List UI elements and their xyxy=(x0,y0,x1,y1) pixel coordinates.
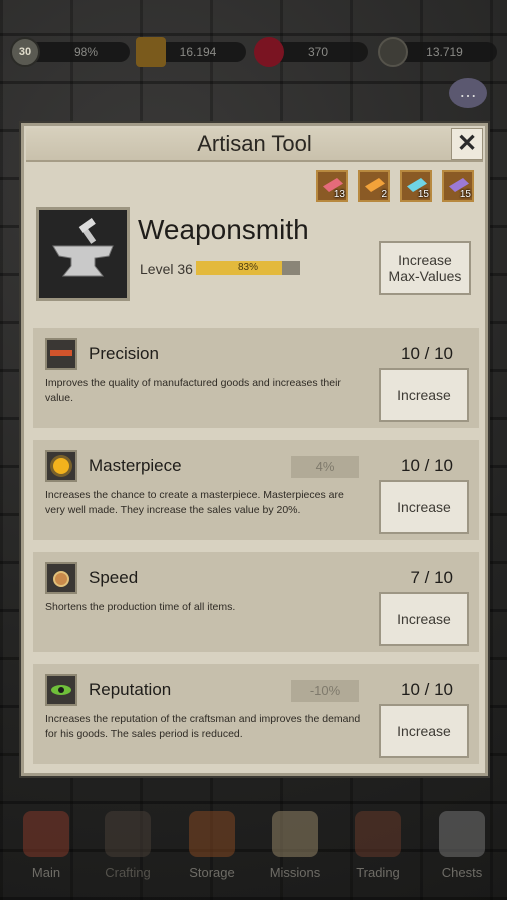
reputation-widget[interactable]: 13.719 xyxy=(378,37,497,67)
nav-chests[interactable]: Chests xyxy=(422,811,502,880)
material-purple[interactable]: 15 xyxy=(442,170,474,202)
increase-reputation-button[interactable]: Increase xyxy=(379,704,469,758)
nav-missions[interactable]: Missions xyxy=(255,811,335,880)
nav-trading[interactable]: Trading xyxy=(338,811,418,880)
level-progress-bar: 83% xyxy=(196,261,300,275)
nav-storage[interactable]: Storage xyxy=(172,811,252,880)
material-orange[interactable]: 2 xyxy=(358,170,390,202)
sun-icon xyxy=(45,450,77,482)
house-icon xyxy=(23,811,69,857)
level-progress-text: 83% xyxy=(237,262,258,273)
skill-reputation: Reputation -10% 10 / 10 Increases the re… xyxy=(33,664,479,764)
increase-max-values-button[interactable]: Increase Max-Values xyxy=(379,241,471,295)
anvil-icon xyxy=(36,207,130,301)
skill-precision: Precision 10 / 10 Improves the quality o… xyxy=(33,328,479,428)
scroll-icon xyxy=(272,811,318,857)
skill-name: Speed xyxy=(89,568,139,587)
chest-icon xyxy=(439,811,485,857)
skill-description: Increases the reputation of the craftsma… xyxy=(45,713,361,740)
increase-speed-button[interactable]: Increase xyxy=(379,592,469,646)
gems-amount: 370 xyxy=(307,45,329,59)
gems-widget[interactable]: 370 xyxy=(254,37,370,67)
skill-bonus-value: 4% xyxy=(291,456,359,478)
skill-count: 7 / 10 xyxy=(410,568,453,587)
skill-masterpiece: Masterpiece 4% 10 / 10 Increases the cha… xyxy=(33,440,479,540)
increase-masterpiece-button[interactable]: Increase xyxy=(379,480,469,534)
bottom-nav: Main Crafting Storage Missions Trading C… xyxy=(0,790,507,880)
nav-main[interactable]: Main xyxy=(6,811,86,880)
material-cyan[interactable]: 15 xyxy=(400,170,432,202)
skill-name: Precision xyxy=(89,344,159,363)
backpack-icon xyxy=(189,811,235,857)
skill-name: Masterpiece xyxy=(89,456,182,475)
xp-percent: 98% xyxy=(73,45,99,59)
artisan-tool-dialog: Artisan Tool ✕ 13 2 15 15 Weaponsmith Le… xyxy=(21,123,488,776)
dialog-title: Artisan Tool xyxy=(26,128,483,162)
gold-coins-icon xyxy=(136,37,166,67)
skill-description: Shortens the production time of all item… xyxy=(45,601,236,613)
gem-icon xyxy=(254,37,284,67)
player-level-widget[interactable]: 98% 30 xyxy=(10,37,130,67)
close-button[interactable]: ✕ xyxy=(451,128,483,160)
skill-bonus-value: -10% xyxy=(291,680,359,702)
eye-icon xyxy=(45,674,77,706)
skill-count: 10 / 10 xyxy=(401,456,453,475)
level-label: Level 36 xyxy=(140,261,193,277)
ruler-icon xyxy=(45,338,77,370)
shoe-icon xyxy=(355,811,401,857)
increase-precision-button[interactable]: Increase xyxy=(379,368,469,422)
nav-crafting[interactable]: Crafting xyxy=(88,811,168,880)
skill-speed: Speed 7 / 10 Shortens the production tim… xyxy=(33,552,479,652)
compass-icon xyxy=(378,37,408,67)
skill-description: Increases the chance to create a masterp… xyxy=(45,489,344,516)
gold-widget[interactable]: 16.194 xyxy=(136,37,246,67)
top-hud: 98% 30 16.194 370 13.719 xyxy=(10,37,497,68)
profession-name: Weaponsmith xyxy=(138,214,309,245)
skill-description: Improves the quality of manufactured goo… xyxy=(45,377,341,404)
chat-bubble-icon[interactable]: … xyxy=(449,78,487,108)
skill-count: 10 / 10 xyxy=(401,680,453,699)
skill-count: 10 / 10 xyxy=(401,344,453,363)
stopwatch-icon xyxy=(45,562,77,594)
hammer-icon xyxy=(105,811,151,857)
gold-amount: 16.194 xyxy=(179,45,217,59)
reputation-amount: 13.719 xyxy=(426,45,463,59)
level-badge: 30 xyxy=(10,37,40,67)
material-red[interactable]: 13 xyxy=(316,170,348,202)
skill-name: Reputation xyxy=(89,680,172,699)
